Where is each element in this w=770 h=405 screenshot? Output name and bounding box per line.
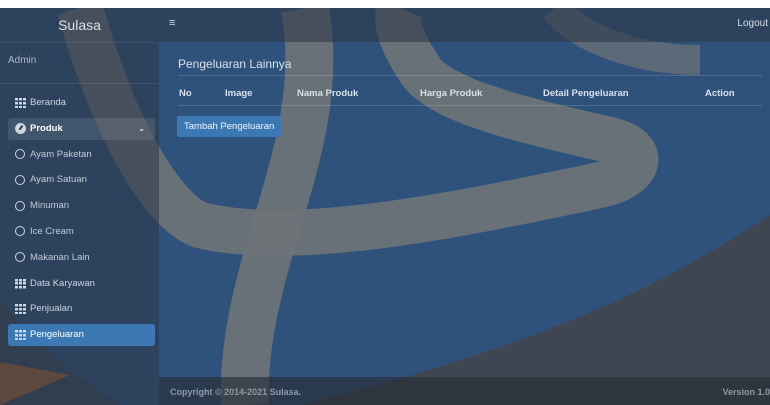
column-header-nama-produk: Nama Produk (296, 81, 419, 106)
copyright-text: Copyright © 2014-2021 Sulasa. (170, 387, 302, 397)
sidebar-item-label: Data Karyawan (30, 277, 95, 289)
table-icon (15, 98, 26, 108)
pengeluaran-table: No Image Nama Produk Harga Produk Detail… (178, 81, 762, 106)
sidebar-menu: Beranda Produk ⌄ Ayam Paketan Ayam Satua… (0, 84, 159, 347)
sidebar-item-label: Minuman (30, 200, 70, 212)
table-header-row: No Image Nama Produk Harga Produk Detail… (178, 81, 762, 106)
sidebar-item-label: Ayam Paketan (30, 148, 92, 160)
user-name: Admin (0, 43, 159, 84)
brand-logo[interactable]: Sulasa (0, 8, 159, 43)
dashboard-icon (15, 123, 26, 135)
sidebar-item-beranda[interactable]: Beranda (8, 92, 155, 114)
footer: Copyright © 2014-2021 Sulasa. Version 1.… (159, 377, 770, 405)
sidebar-item-ayam-paketan[interactable]: Ayam Paketan (8, 144, 155, 166)
divider (178, 75, 762, 76)
column-header-image: Image (224, 81, 296, 106)
sidebar: Sulasa Admin Beranda Produk ⌄ Ayam Paket… (0, 8, 159, 405)
version-text: Version 1.0 (722, 387, 770, 397)
tambah-pengeluaran-button[interactable]: Tambah Pengeluaran (177, 116, 282, 137)
column-header-no: No (178, 81, 224, 106)
circle-icon (15, 226, 25, 237)
sidebar-item-label: Beranda (30, 97, 66, 108)
sidebar-item-minuman[interactable]: Minuman (8, 195, 155, 217)
main-content: Pengeluaran Lainnya No Image Nama Produk… (159, 42, 770, 377)
sidebar-item-label: Ayam Satuan (30, 174, 87, 186)
circle-icon (15, 149, 25, 160)
logout-link[interactable]: Logout (737, 18, 768, 29)
top-navbar: ≡ Logout (159, 8, 770, 42)
sidebar-item-label: Makanan Lain (30, 251, 90, 263)
sidebar-item-penjualan[interactable]: Penjualan (8, 298, 155, 320)
sidebar-item-ayam-satuan[interactable]: Ayam Satuan (8, 169, 155, 191)
column-header-harga-produk: Harga Produk (419, 81, 542, 106)
sidebar-item-label: Penjualan (30, 303, 73, 315)
circle-icon (15, 252, 25, 263)
sidebar-item-label: Ice Cream (30, 225, 74, 237)
hamburger-menu-icon[interactable]: ≡ (169, 17, 175, 29)
sidebar-item-makanan-lain[interactable]: Makanan Lain (8, 247, 155, 269)
sidebar-item-data-karyawan[interactable]: Data Karyawan (8, 273, 155, 295)
top-strip (0, 0, 770, 8)
sidebar-item-label: Produk (30, 122, 63, 134)
table-icon (15, 304, 26, 315)
page-title: Pengeluaran Lainnya (178, 57, 292, 71)
sidebar-item-label: Pengeluaran (30, 329, 84, 341)
table-icon (15, 330, 26, 341)
column-header-action: Action (704, 81, 762, 106)
sidebar-item-produk[interactable]: Produk ⌄ (8, 117, 155, 140)
chevron-down-icon: ⌄ (138, 123, 145, 133)
circle-icon (15, 174, 25, 185)
table-icon (15, 278, 26, 289)
circle-icon (15, 200, 25, 211)
sidebar-item-pengeluaran[interactable]: Pengeluaran (8, 324, 155, 347)
column-header-detail-pengeluaran: Detail Pengeluaran (542, 81, 704, 106)
sidebar-item-ice-cream[interactable]: Ice Cream (8, 221, 155, 243)
